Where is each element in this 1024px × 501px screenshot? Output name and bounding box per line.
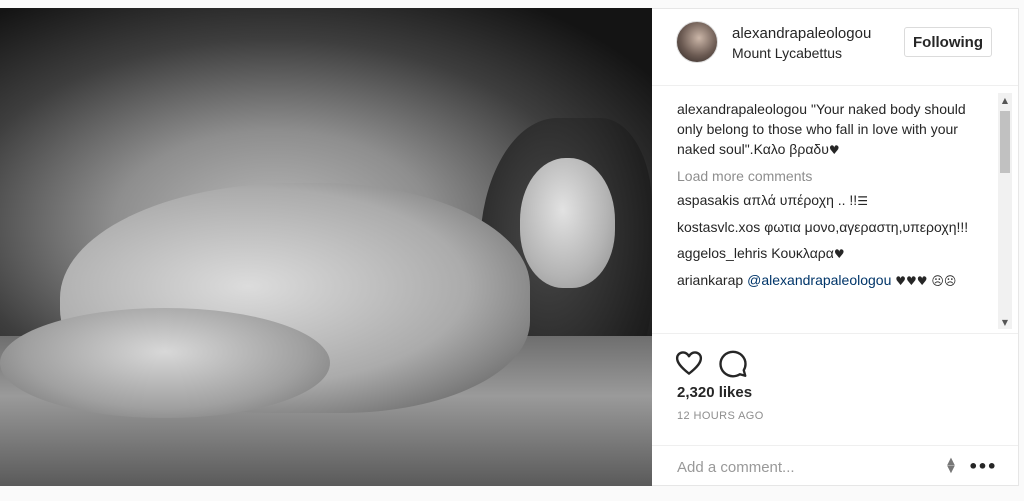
list-item: kostasvlc.xos φωτια μονο,αγεραστη,υπεροχη… (677, 217, 992, 237)
header-username[interactable]: alexandrapaleologou (732, 25, 871, 42)
photo-leg-shape (0, 308, 330, 418)
comments-scrollbar[interactable]: ▲ ▼ (998, 93, 1012, 329)
comment-username[interactable]: aspasakis (677, 192, 739, 208)
scroll-up-arrow-icon[interactable]: ▲ (998, 93, 1012, 107)
avatar[interactable] (676, 21, 718, 63)
likes-count[interactable]: 2,320 likes (677, 384, 752, 401)
header-location[interactable]: Mount Lycabettus (732, 45, 842, 61)
post-side-panel: alexandrapaleologou Mount Lycabettus Fol… (652, 8, 1019, 486)
scroll-down-arrow-icon[interactable]: ▼ (998, 315, 1012, 329)
post-photo[interactable] (0, 8, 652, 486)
post-header: alexandrapaleologou Mount Lycabettus Fol… (652, 9, 1018, 86)
heart-emoji-icon: ♥ (833, 247, 845, 261)
resize-arrows-icon[interactable]: ▲ ▼ (944, 456, 958, 476)
caption: alexandrapaleologou "Your naked body shou… (677, 99, 992, 160)
post-timestamp[interactable]: 12 HOURS AGO (677, 410, 764, 422)
list-item: ariankarap @alexandrapaleologou ♥♥♥ ☹☹ (677, 270, 992, 291)
comment-text: Κουκλαρα (771, 245, 834, 261)
photo-face-shape (520, 158, 615, 288)
comment-text: απλά υπέροχη .. !! (743, 192, 858, 208)
comment-username[interactable]: kostasvlc.xos (677, 219, 760, 235)
comment-username[interactable]: ariankarap (677, 272, 743, 288)
list-item: aggelos_lehris Κουκλαρα♥ (677, 243, 992, 264)
comment-text: φωτια μονο,αγεραστη,υπεροχη!!! (764, 219, 969, 235)
more-options-button[interactable]: ••• (968, 456, 997, 476)
comment-username[interactable]: aggelos_lehris (677, 245, 767, 261)
heart-emoji-icon: ♥ (828, 143, 840, 157)
comment-icon[interactable] (718, 348, 748, 378)
comments-list[interactable]: alexandrapaleologou "Your naked body shou… (652, 87, 1018, 333)
load-more-comments-link[interactable]: Load more comments (677, 166, 992, 186)
add-comment-bar: ▲▼ ••• (652, 445, 1018, 487)
following-button[interactable]: Following (904, 27, 992, 57)
caption-username[interactable]: alexandrapaleologou (677, 101, 807, 117)
emoji-icon: ☰ (857, 194, 868, 208)
emoji-icon: ♥♥♥ ☹☹ (895, 274, 957, 288)
post-actions: 2,320 likes 12 HOURS AGO (652, 333, 1018, 451)
heart-icon[interactable] (674, 348, 704, 378)
comment-mention-link[interactable]: @alexandrapaleologou (747, 272, 891, 288)
add-comment-input[interactable] (677, 456, 927, 478)
list-item: aspasakis απλά υπέροχη .. !!☰ (677, 190, 992, 211)
scrollbar-thumb[interactable] (1000, 111, 1010, 173)
